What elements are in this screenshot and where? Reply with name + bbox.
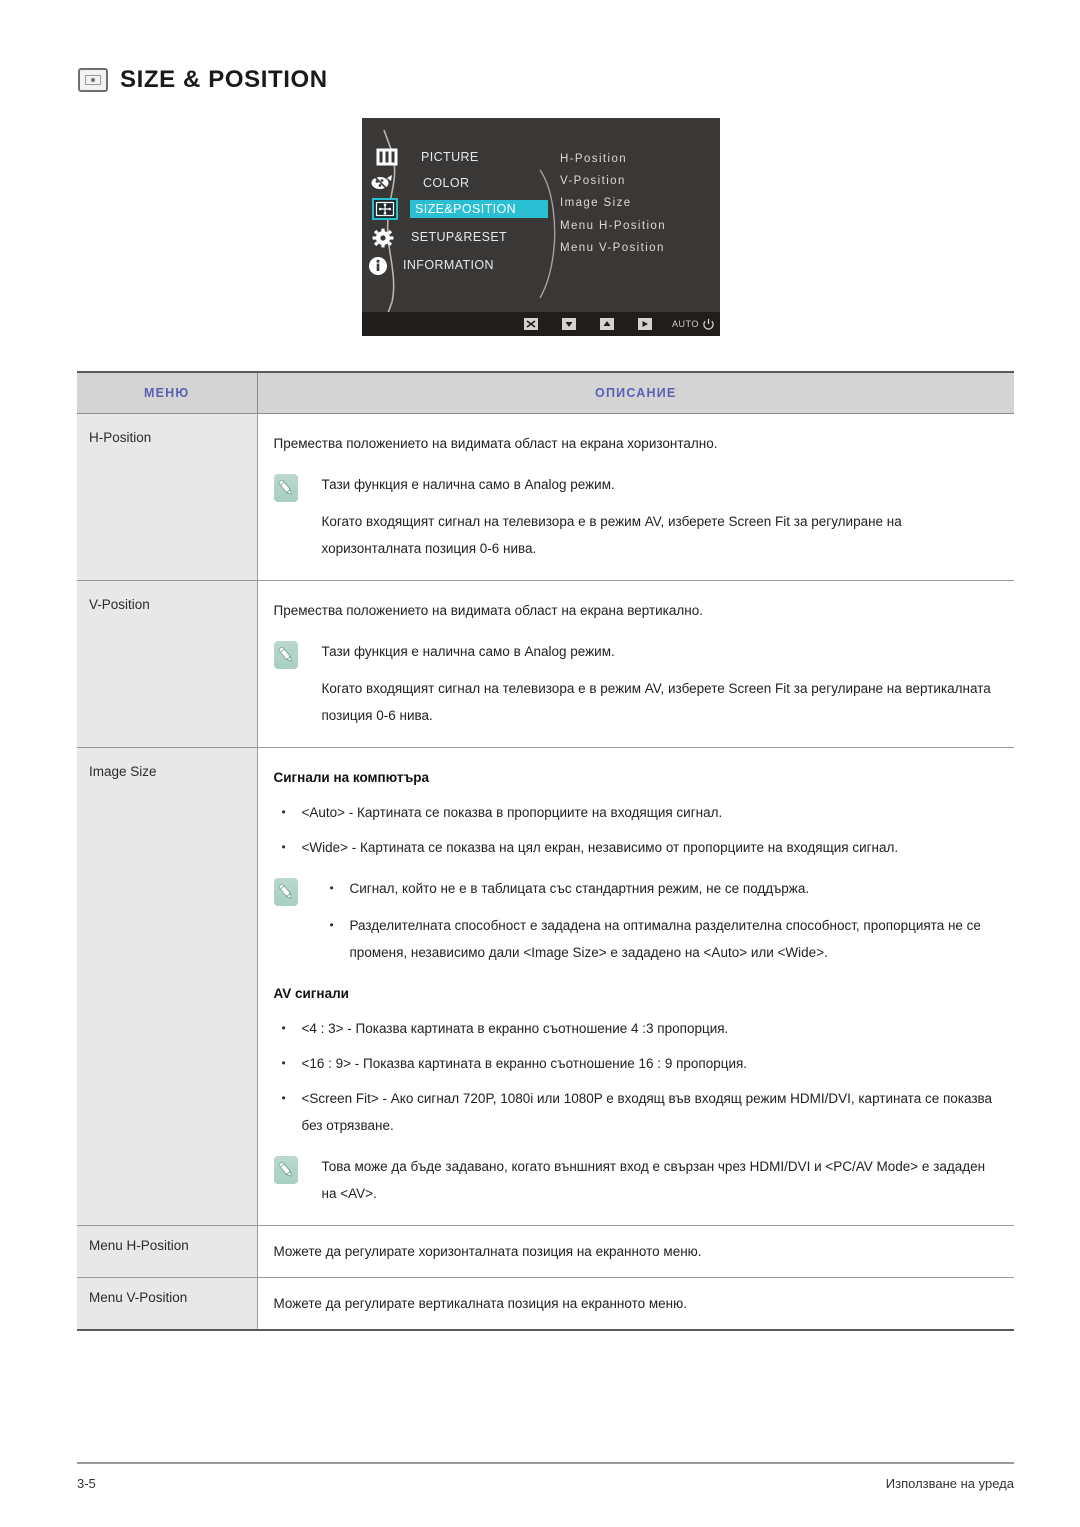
down-arrow-icon[interactable] bbox=[562, 312, 576, 336]
row-menu-label: H-Position bbox=[77, 413, 258, 581]
osd-submenu-item[interactable]: Menu H-Position bbox=[560, 215, 720, 237]
setup-reset-icon bbox=[372, 228, 394, 248]
list-item: Сигнал, който не е в таблицата със станд… bbox=[322, 875, 999, 902]
note-icon-wrap bbox=[273, 1153, 322, 1184]
pencil-note-icon bbox=[273, 474, 298, 502]
list-item: <4 : 3> - Показва картината в екранно съ… bbox=[274, 1015, 999, 1042]
osd-submenu-item[interactable]: V-Position bbox=[560, 170, 720, 192]
row-intro-text: Премества положението на видимата област… bbox=[273, 436, 718, 451]
row-menu-label: Image Size bbox=[77, 747, 258, 1226]
table-row: H-Position Премества положението на види… bbox=[77, 413, 1014, 581]
pencil-note-icon bbox=[273, 641, 298, 669]
table-row: Image Size Сигнали на компютъра <Auto> -… bbox=[77, 747, 1014, 1226]
row-menu-label: V-Position bbox=[77, 580, 258, 748]
av-signals-bullets: <4 : 3> - Показва картината в екранно съ… bbox=[274, 1015, 999, 1139]
list-item: <Auto> - Картината се показва в пропорци… bbox=[274, 799, 999, 826]
osd-menu-label: SIZE&POSITION bbox=[410, 200, 548, 218]
footer-page-number: 3-5 bbox=[77, 1476, 96, 1491]
pencil-note-icon bbox=[273, 1156, 298, 1184]
note-line: Когато входящият сигнал на телевизора е … bbox=[321, 681, 991, 723]
osd-submenu-item[interactable]: Menu V-Position bbox=[560, 237, 720, 259]
row-description: Премества положението на видимата област… bbox=[257, 413, 1014, 581]
note-body: Сигнал, който не е в таблицата със станд… bbox=[322, 875, 999, 966]
list-item: Разделителната способност е зададена на … bbox=[322, 912, 999, 966]
table-header-menu: МЕНЮ bbox=[77, 371, 258, 414]
auto-icon[interactable]: AUTO bbox=[672, 312, 699, 336]
row-intro-text: Можете да регулирате хоризонталната пози… bbox=[273, 1244, 702, 1259]
pc-signals-heading: Сигнали на компютъра bbox=[273, 770, 430, 785]
page-title: SIZE & POSITION bbox=[120, 66, 328, 93]
row-description: Можете да регулирате хоризонталната пози… bbox=[257, 1225, 1014, 1278]
information-icon bbox=[368, 256, 390, 275]
av-signals-heading: AV сигнали bbox=[273, 986, 349, 1001]
picture-icon bbox=[376, 148, 398, 166]
footer-section-label: Използване на уреда bbox=[885, 1476, 1014, 1491]
note-line: Тази функция е налична само в Analog реж… bbox=[321, 477, 615, 492]
row-description: Премества положението на видимата област… bbox=[257, 580, 1014, 748]
list-item: <16 : 9> - Показва картината в екранно с… bbox=[274, 1050, 999, 1077]
list-item: <Screen Fit> - Ако сигнал 720P, 1080i ил… bbox=[274, 1085, 999, 1139]
size-position-icon bbox=[78, 68, 108, 92]
osd-main-menu: PICTURE COLOR SIZE&POSITION SETUP&RESET … bbox=[362, 146, 552, 276]
table-header-row: МЕНЮ ОПИСАНИЕ bbox=[77, 371, 1014, 414]
note-body: Тази функция е налична само в Analog реж… bbox=[322, 638, 999, 729]
color-icon bbox=[370, 174, 392, 193]
row-description: Можете да регулирате вертикалната позици… bbox=[257, 1277, 1014, 1331]
note-block: Тази функция е налична само в Analog реж… bbox=[273, 638, 999, 729]
note-body: Тази функция е налична само в Analog реж… bbox=[322, 471, 999, 562]
note-block: Това може да бъде задавано, когато външн… bbox=[273, 1153, 999, 1207]
note-body: Това може да бъде задавано, когато външн… bbox=[322, 1153, 999, 1207]
osd-menu-label: INFORMATION bbox=[403, 258, 494, 272]
table-row: Menu V-Position Можете да регулирате вер… bbox=[77, 1277, 1014, 1331]
page-footer: 3-5 Използване на уреда bbox=[77, 1476, 1014, 1491]
pc-signals-bullets: <Auto> - Картината се показва в пропорци… bbox=[274, 799, 999, 861]
note-icon-wrap bbox=[273, 875, 322, 906]
note-line: Тази функция е налична само в Analog реж… bbox=[321, 644, 615, 659]
exit-icon[interactable] bbox=[524, 312, 538, 336]
row-intro-text: Премества положението на видимата област… bbox=[273, 603, 703, 618]
note-line: Това може да бъде задавано, когато външн… bbox=[321, 1159, 986, 1201]
osd-menu-setup-reset[interactable]: SETUP&RESET bbox=[362, 226, 552, 248]
row-intro-text: Можете да регулирате вертикалната позици… bbox=[273, 1296, 688, 1311]
osd-menu-label: COLOR bbox=[423, 176, 470, 190]
table-row: Menu H-Position Можете да регулирате хор… bbox=[77, 1225, 1014, 1278]
osd-menu-picture[interactable]: PICTURE bbox=[362, 146, 552, 168]
table-row: V-Position Премества положението на види… bbox=[77, 580, 1014, 748]
osd-menu-information[interactable]: INFORMATION bbox=[362, 254, 552, 276]
power-icon[interactable] bbox=[702, 312, 715, 336]
up-arrow-icon[interactable] bbox=[600, 312, 614, 336]
note-line: Когато входящият сигнал на телевизора е … bbox=[321, 514, 902, 556]
osd-menu-label: SETUP&RESET bbox=[411, 230, 508, 244]
page-header: SIZE & POSITION bbox=[78, 66, 328, 94]
row-menu-label: Menu V-Position bbox=[77, 1277, 258, 1331]
pc-signals-note-bullets: Сигнал, който не е в таблицата със станд… bbox=[322, 875, 999, 966]
row-menu-label: Menu H-Position bbox=[77, 1225, 258, 1278]
note-icon-wrap bbox=[273, 638, 322, 669]
osd-screenshot: PICTURE COLOR SIZE&POSITION SETUP&RESET … bbox=[362, 118, 720, 336]
osd-menu-label: PICTURE bbox=[421, 150, 479, 164]
osd-submenu-item[interactable]: H-Position bbox=[560, 148, 720, 170]
pencil-note-icon bbox=[273, 878, 298, 906]
note-icon-wrap bbox=[273, 471, 322, 502]
row-description: Сигнали на компютъра <Auto> - Картината … bbox=[257, 747, 1014, 1226]
osd-submenu: H-Position V-Position Image Size Menu H-… bbox=[560, 148, 720, 259]
osd-menu-size-position[interactable]: SIZE&POSITION bbox=[362, 198, 552, 220]
list-item: <Wide> - Картината се показва на цял екр… bbox=[274, 834, 999, 861]
osd-submenu-item[interactable]: Image Size bbox=[560, 192, 720, 214]
note-block: Тази функция е налична само в Analog реж… bbox=[273, 471, 999, 562]
footer-divider bbox=[77, 1462, 1014, 1464]
size-position-icon bbox=[372, 198, 398, 220]
osd-menu-color[interactable]: COLOR bbox=[362, 172, 552, 194]
table-header-description: ОПИСАНИЕ bbox=[257, 371, 1014, 414]
osd-button-bar: AUTO bbox=[362, 312, 720, 336]
menu-description-table: МЕНЮ ОПИСАНИЕ H-Position Премества полож… bbox=[77, 371, 1014, 1331]
enter-icon[interactable] bbox=[638, 312, 652, 336]
note-block: Сигнал, който не е в таблицата със станд… bbox=[273, 875, 999, 966]
